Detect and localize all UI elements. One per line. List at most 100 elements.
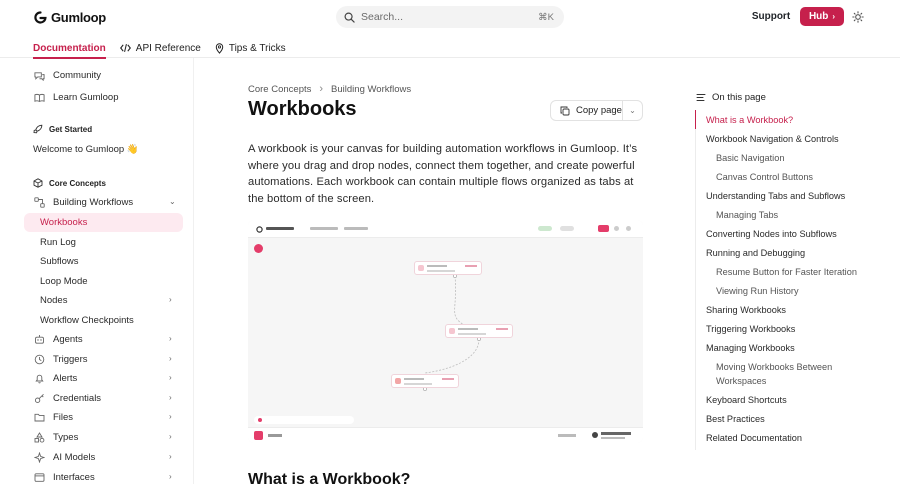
sidebar-group-types[interactable]: Types › xyxy=(24,428,183,447)
tab-label: Documentation xyxy=(33,42,106,54)
copy-page-button[interactable]: Copy page ⌄ xyxy=(550,100,643,121)
toc-heading: On this page xyxy=(696,92,766,103)
sidebar-group-interfaces[interactable]: Interfaces › xyxy=(24,468,183,484)
sidebar-group-credentials[interactable]: Credentials › xyxy=(24,389,183,408)
toc-item[interactable]: Managing Tabs xyxy=(716,208,778,222)
toc-item[interactable]: Converting Nodes into Subflows xyxy=(706,227,837,241)
chevron-right-icon: › xyxy=(169,334,172,343)
toc-item[interactable]: Managing Workbooks xyxy=(706,341,795,355)
sidebar-item-label: Loop Mode xyxy=(40,276,88,287)
code-icon xyxy=(119,44,131,52)
chevron-down-icon: ⌄ xyxy=(169,197,176,206)
logo-text: Gumloop xyxy=(51,9,106,25)
sidebar-item-nodes[interactable]: Nodes › xyxy=(24,291,183,310)
toc-item[interactable]: Viewing Run History xyxy=(716,284,799,298)
window-icon xyxy=(33,472,45,484)
chevron-right-icon: › xyxy=(169,432,172,441)
chevron-right-icon: › xyxy=(169,412,172,421)
sidebar-item-workbooks[interactable]: Workbooks xyxy=(24,213,183,232)
breadcrumb-item[interactable]: Core Concepts xyxy=(248,84,311,95)
tab-label: API Reference xyxy=(135,42,201,54)
toc-item[interactable]: Workspaces xyxy=(716,374,766,388)
sidebar-item-label: Triggers xyxy=(53,354,88,365)
tab-api-reference[interactable]: API Reference xyxy=(119,38,201,58)
toc-heading-label: On this page xyxy=(712,92,766,103)
sidebar-item-label: Agents xyxy=(53,334,83,345)
sidebar-item-workflow-checkpoints[interactable]: Workflow Checkpoints xyxy=(24,311,183,330)
sidebar-item-welcome[interactable]: Welcome to Gumloop 👋 xyxy=(33,144,139,155)
chevron-right-icon: › xyxy=(169,295,172,304)
sidebar-item-label: Credentials xyxy=(53,393,102,404)
toc-item[interactable]: Resume Button for Faster Iteration xyxy=(716,265,857,279)
support-button[interactable]: Support xyxy=(746,7,796,26)
sidebar-item-label: Workflow Checkpoints xyxy=(40,315,134,326)
workflow-node xyxy=(391,374,459,388)
sidebar-item-label: Nodes xyxy=(40,295,68,306)
tab-tips-tricks[interactable]: Tips & Tricks xyxy=(215,38,286,58)
sidebar-item-label: Building Workflows xyxy=(53,197,134,208)
section-heading: What is a Workbook? xyxy=(248,471,411,484)
sidebar-group-agents[interactable]: Agents › xyxy=(24,330,183,349)
table-of-contents: What is a Workbook? Workbook Navigation … xyxy=(695,110,865,450)
sidebar-item-label: AI Models xyxy=(53,452,96,463)
chevron-down-icon[interactable]: ⌄ xyxy=(623,106,642,115)
page-title: Workbooks xyxy=(248,98,357,120)
search-bar[interactable]: Search... ⌘K xyxy=(336,6,564,28)
sidebar-item-label: Learn Gumloop xyxy=(53,92,119,103)
breadcrumb-item[interactable]: Building Workflows xyxy=(331,84,411,95)
sidebar-item-label: Alerts xyxy=(53,373,78,384)
workflow-node xyxy=(445,324,513,338)
screenshot-tabbar xyxy=(248,427,643,443)
sidebar-item-learn-gumloop[interactable]: Learn Gumloop xyxy=(24,88,183,107)
toc-item[interactable]: What is a Workbook? xyxy=(706,113,793,127)
sidebar-item-loop-mode[interactable]: Loop Mode xyxy=(24,272,183,291)
sidebar-group-files[interactable]: Files › xyxy=(24,408,183,427)
toc-item[interactable]: Best Practices xyxy=(706,412,765,426)
clock-icon xyxy=(33,354,45,366)
section-heading-get-started: Get Started xyxy=(33,124,92,134)
chat-icon xyxy=(33,70,45,82)
toc-item[interactable]: Moving Workbooks Between xyxy=(716,360,832,374)
sidebar: Community Learn Gumloop Get Started Welc… xyxy=(24,58,194,484)
folder-icon xyxy=(33,412,45,424)
shapes-icon xyxy=(33,432,45,444)
search-icon xyxy=(344,12,355,23)
chevron-right-icon: › xyxy=(169,393,172,402)
toc-item[interactable]: Workbook Navigation & Controls xyxy=(706,132,839,146)
sidebar-item-label: Subflows xyxy=(40,256,79,267)
chevron-right-icon: › xyxy=(169,373,172,382)
section-heading-label: Core Concepts xyxy=(49,178,106,188)
search-shortcut: ⌘K xyxy=(538,11,554,23)
sun-icon[interactable] xyxy=(852,11,864,23)
gumloop-logo[interactable]: Gumloop xyxy=(33,9,106,25)
sidebar-item-run-log[interactable]: Run Log xyxy=(24,233,183,252)
sidebar-group-alerts[interactable]: Alerts › xyxy=(24,369,183,388)
toc-item[interactable]: Triggering Workbooks xyxy=(706,322,795,336)
toc-item[interactable]: Canvas Control Buttons xyxy=(716,170,813,184)
sidebar-item-community[interactable]: Community xyxy=(24,66,183,85)
toc-item[interactable]: Understanding Tabs and Subflows xyxy=(706,189,845,203)
hub-button[interactable]: Hub › xyxy=(800,7,844,26)
sidebar-group-triggers[interactable]: Triggers › xyxy=(24,350,183,369)
copy-page-main[interactable]: Copy page xyxy=(551,101,623,120)
tab-documentation[interactable]: Documentation xyxy=(33,38,106,59)
bot-icon xyxy=(33,334,45,346)
toc-item[interactable]: Keyboard Shortcuts xyxy=(706,393,787,407)
chevron-right-icon: › xyxy=(169,452,172,461)
section-heading-core-concepts: Core Concepts xyxy=(33,178,106,188)
top-tabs: Documentation API Reference Tips & Trick… xyxy=(33,38,286,59)
breadcrumb: Core Concepts › Building Workflows xyxy=(248,83,411,95)
toc-item[interactable]: Related Documentation xyxy=(706,431,802,445)
workflow-node xyxy=(414,261,482,275)
toc-item[interactable]: Basic Navigation xyxy=(716,151,784,165)
sidebar-group-ai-models[interactable]: AI Models › xyxy=(24,448,183,467)
sidebar-item-subflows[interactable]: Subflows xyxy=(24,252,183,271)
toc-item[interactable]: Sharing Workbooks xyxy=(706,303,786,317)
list-icon xyxy=(696,94,706,101)
toc-active-indicator xyxy=(695,110,696,129)
sidebar-group-building-workflows[interactable]: Building Workflows ⌄ xyxy=(24,193,183,212)
chevron-right-icon: › xyxy=(832,12,836,21)
sidebar-item-label: Welcome to Gumloop 👋 xyxy=(33,144,139,155)
search-placeholder: Search... xyxy=(361,11,404,23)
toc-item[interactable]: Running and Debugging xyxy=(706,246,805,260)
